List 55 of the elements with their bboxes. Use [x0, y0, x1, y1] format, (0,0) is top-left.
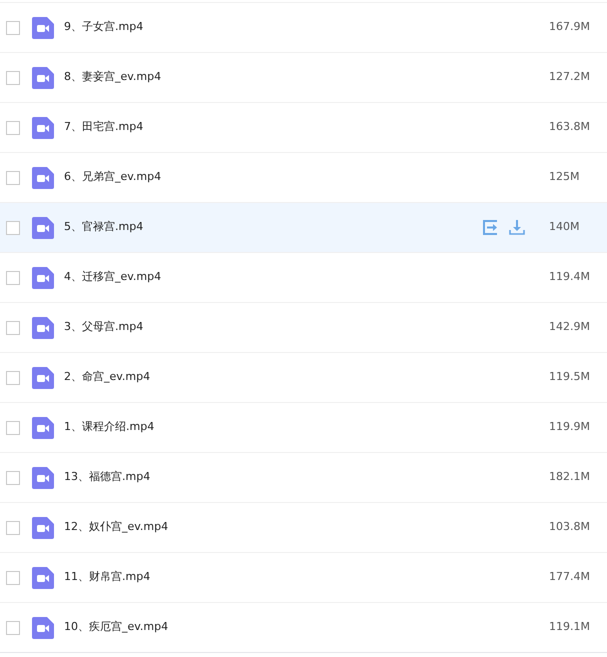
video-file-icon	[32, 166, 54, 188]
file-size: 119.9M	[549, 419, 591, 436]
file-size: 125M	[549, 169, 580, 186]
file-size: 119.5M	[549, 369, 591, 386]
video-file-icon	[32, 616, 54, 638]
file-size: 167.9M	[549, 19, 591, 36]
file-size: 119.1M	[549, 619, 591, 636]
checkbox[interactable]	[6, 20, 20, 34]
video-file-icon	[32, 16, 54, 38]
checkbox[interactable]	[6, 320, 20, 334]
checkbox[interactable]	[6, 570, 20, 584]
checkbox[interactable]	[6, 520, 20, 534]
file-name[interactable]: 12、奴仆宫_ev.mp4	[64, 519, 168, 536]
file-name[interactable]: 1、课程介绍.mp4	[64, 419, 154, 436]
video-file-icon	[32, 116, 54, 138]
file-name[interactable]: 2、命宫_ev.mp4	[64, 369, 150, 386]
file-name[interactable]: 9、子女宫.mp4	[64, 19, 144, 36]
move-icon[interactable]	[483, 220, 499, 235]
file-name[interactable]: 4、迁移宫_ev.mp4	[64, 269, 162, 286]
checkbox[interactable]	[6, 270, 20, 284]
file-size: 177.4M	[549, 569, 591, 586]
file-size: 182.1M	[549, 469, 591, 486]
file-name[interactable]: 7、田宅宫.mp4	[64, 119, 144, 136]
file-size: 163.8M	[549, 119, 591, 136]
file-size: 142.9M	[549, 319, 591, 336]
file-size: 127.2M	[549, 69, 591, 86]
file-name[interactable]: 8、妻妾宫_ev.mp4	[64, 69, 162, 86]
file-name[interactable]: 13、福德宫.mp4	[64, 469, 150, 486]
file-name[interactable]: 6、兄弟宫_ev.mp4	[64, 169, 162, 186]
download-icon[interactable]	[509, 220, 525, 235]
checkbox[interactable]	[6, 370, 20, 384]
checkbox[interactable]	[6, 70, 20, 84]
checkbox[interactable]	[6, 620, 20, 634]
checkbox[interactable]	[6, 420, 20, 434]
file-size: 103.8M	[549, 519, 591, 536]
file-name[interactable]: 3、父母宫.mp4	[64, 319, 144, 336]
checkbox[interactable]	[6, 170, 20, 184]
video-file-icon	[32, 516, 54, 538]
video-file-icon	[32, 466, 54, 488]
video-file-icon	[32, 266, 54, 288]
video-file-icon	[32, 566, 54, 588]
video-file-icon	[32, 366, 54, 388]
video-file-icon	[32, 416, 54, 438]
checkbox[interactable]	[6, 470, 20, 484]
file-size: 119.4M	[549, 269, 591, 286]
video-file-icon	[32, 66, 54, 88]
file-name[interactable]: 10、疾厄宫_ev.mp4	[64, 619, 168, 636]
checkbox[interactable]	[6, 120, 20, 134]
file-row[interactable]: 5、官禄宫.mp4 140M	[0, 202, 607, 252]
checkbox[interactable]	[6, 220, 20, 234]
file-name[interactable]: 5、官禄宫.mp4	[64, 219, 144, 236]
video-file-icon	[32, 316, 54, 338]
file-name[interactable]: 11、财帛宫.mp4	[64, 569, 150, 586]
video-file-icon	[32, 216, 54, 238]
file-size: 140M	[549, 219, 580, 236]
